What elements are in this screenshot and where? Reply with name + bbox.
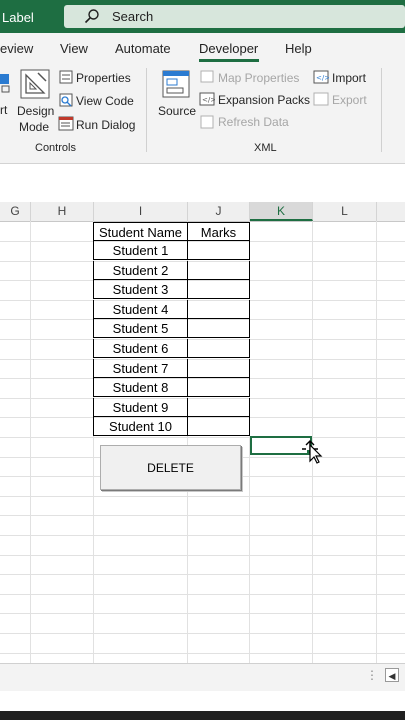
source-icon[interactable]: [161, 69, 191, 99]
student-name-cell[interactable]: Student 1: [93, 241, 188, 260]
student-name-cell[interactable]: Student 4: [93, 299, 188, 319]
marks-cell[interactable]: [187, 280, 250, 300]
insert-label: rt: [0, 103, 8, 117]
student-name-cell[interactable]: Student 6: [93, 339, 188, 358]
group-separator-right: [381, 68, 382, 152]
grid-line: [0, 613, 405, 615]
run-dialog-button[interactable]: Run Dialog: [76, 118, 135, 132]
svg-text:</>: </>: [202, 96, 215, 104]
grid-line: [376, 221, 377, 663]
student-name-cell[interactable]: Student 10: [93, 417, 188, 437]
grid-line: [0, 633, 405, 634]
design-mode-line1: Design: [17, 104, 55, 118]
refresh-data-icon: [200, 115, 214, 129]
more-options-icon[interactable]: ⋮: [366, 668, 378, 682]
sheet-tab-bar: [0, 663, 405, 691]
source-button[interactable]: Source: [158, 104, 196, 118]
xml-group-label: XML: [254, 142, 277, 154]
student-name-cell[interactable]: Student 9: [93, 397, 188, 417]
search-icon: [84, 9, 99, 24]
properties-icon: [59, 70, 73, 84]
grid-line: [0, 574, 405, 576]
design-mode-icon[interactable]: [20, 69, 50, 99]
delete-button[interactable]: DELETE: [100, 445, 241, 490]
scroll-left-icon[interactable]: ◀: [385, 668, 399, 682]
insert-control-icon[interactable]: [0, 72, 12, 100]
tab-developer[interactable]: Developer: [199, 41, 258, 56]
header-marks[interactable]: Marks: [187, 222, 250, 241]
expansion-packs-button[interactable]: Expansion Packs: [218, 93, 310, 107]
grid-line: [0, 515, 405, 517]
student-name-cell[interactable]: Student 8: [93, 378, 188, 398]
group-separator: [146, 68, 147, 152]
grid-line: [0, 535, 405, 536]
import-icon: </>: [313, 70, 329, 84]
properties-button[interactable]: Properties: [76, 71, 131, 85]
svg-text:</>: </>: [316, 74, 329, 82]
marks-cell[interactable]: [187, 358, 250, 378]
marks-cell[interactable]: [187, 417, 250, 437]
marks-cell[interactable]: [187, 378, 250, 398]
grid-line: [0, 593, 405, 595]
student-name-cell[interactable]: Student 7: [93, 358, 188, 378]
tab-review[interactable]: eview: [0, 41, 33, 56]
column-header-h[interactable]: H: [31, 202, 94, 221]
view-code-button[interactable]: View Code: [76, 94, 134, 108]
search-placeholder: Search: [112, 9, 154, 24]
import-button[interactable]: Import: [332, 71, 366, 85]
grid-line: [30, 221, 31, 663]
taskbar: [0, 711, 405, 720]
tab-automate[interactable]: Automate: [115, 41, 171, 56]
run-dialog-icon: [58, 116, 74, 131]
marks-cell[interactable]: [187, 397, 250, 417]
export-icon: [313, 92, 329, 106]
grid-line: [0, 652, 405, 654]
view-code-icon: [59, 93, 73, 107]
map-properties-icon: [200, 70, 214, 83]
student-name-cell[interactable]: Student 2: [93, 260, 188, 280]
grid-line: [0, 554, 405, 556]
horizontal-scrollbar[interactable]: [0, 691, 405, 711]
controls-group-label: Controls: [35, 142, 76, 154]
marks-cell[interactable]: [187, 299, 250, 319]
marks-cell[interactable]: [187, 241, 250, 260]
column-header-k[interactable]: K: [250, 202, 313, 221]
column-header-j[interactable]: J: [188, 202, 250, 221]
column-header-g[interactable]: G: [0, 202, 31, 221]
marks-cell[interactable]: [187, 260, 250, 280]
tab-help[interactable]: Help: [285, 41, 312, 56]
student-name-cell[interactable]: Student 3: [93, 280, 188, 300]
move-cursor-icon: [302, 440, 323, 464]
header-student-name[interactable]: Student Name: [93, 222, 188, 241]
map-properties-button[interactable]: Map Properties: [218, 71, 299, 85]
expansion-packs-icon: </>: [199, 92, 215, 106]
student-name-cell[interactable]: Student 5: [93, 319, 188, 339]
active-tab-indicator: [199, 59, 259, 62]
document-label: Label: [2, 10, 34, 25]
grid-line: [0, 437, 405, 438]
marks-cell[interactable]: [187, 339, 250, 358]
tab-view[interactable]: View: [60, 41, 88, 56]
column-header-l[interactable]: L: [313, 202, 377, 221]
grid-line: [0, 495, 405, 497]
design-mode-line2: Mode: [19, 120, 50, 134]
marks-cell[interactable]: [187, 319, 250, 339]
export-button[interactable]: Export: [332, 93, 367, 107]
refresh-data-button[interactable]: Refresh Data: [218, 115, 289, 129]
column-header-i[interactable]: I: [94, 202, 188, 221]
